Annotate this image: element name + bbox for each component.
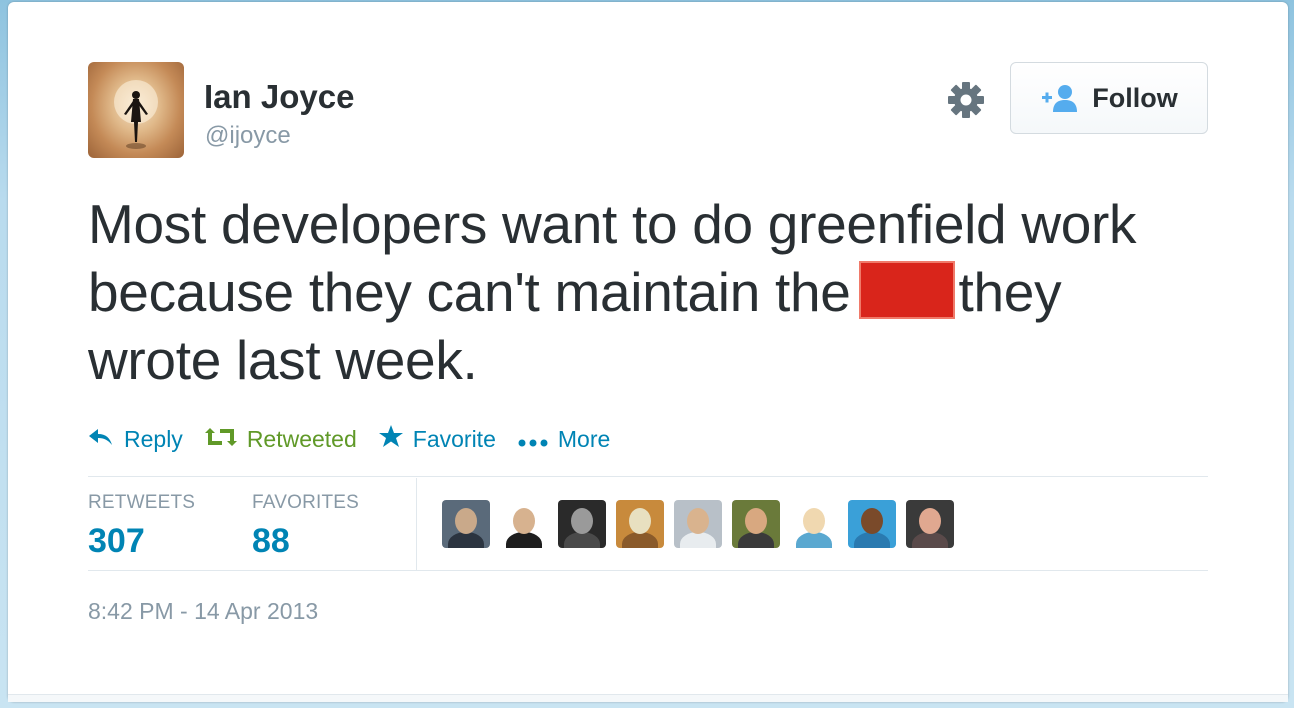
retweeter-avatar[interactable] [732,500,780,548]
add-user-icon [1040,83,1080,113]
tweet-timestamp[interactable]: 8:42 PM - 14 Apr 2013 [88,598,318,625]
retweeter-avatar[interactable] [442,500,490,548]
divider-bottom [88,570,1208,571]
user-name[interactable]: Ian Joyce [204,78,354,116]
avatar-body [912,532,948,548]
user-avatar[interactable] [88,62,184,158]
favorite-action[interactable]: Favorite [378,425,496,453]
tweet-text: Most developers want to do greenfield wo… [88,190,1198,394]
redaction-block [858,261,955,319]
stats-divider [416,478,417,570]
avatar-head [919,508,941,534]
avatar-figure-icon [114,80,158,149]
more-label: More [557,425,611,452]
retweeter-avatar[interactable] [906,500,954,548]
star-icon [378,425,403,453]
retweeter-avatar[interactable] [674,500,722,548]
avatar-head [455,508,477,534]
retweets-stat[interactable]: RETWEETS 307 [88,492,195,561]
retweet-action[interactable]: Retweeted [204,425,357,453]
user-handle[interactable]: @ijoyce [205,122,291,150]
avatar-head [629,508,651,534]
avatar-body [622,532,658,548]
avatar-body [680,532,716,548]
avatar-body [796,532,832,548]
avatar-head [571,508,593,534]
divider-top [88,476,1208,477]
retweet-icon [204,426,237,453]
reply-icon [88,426,114,453]
avatar-head [861,508,883,534]
retweeter-avatar[interactable] [616,500,664,548]
reply-action[interactable]: Reply [88,426,183,453]
avatar-head [803,508,825,534]
gear-icon[interactable] [944,78,988,122]
card-footer-strip [8,694,1288,702]
retweeter-avatar[interactable] [500,500,548,548]
avatar-body [738,532,774,548]
retweets-count: 307 [88,522,145,560]
avatar-body [448,532,484,548]
favorite-label: Favorite [412,425,496,452]
avatar-head [513,508,535,534]
favorites-count: 88 [252,522,290,560]
avatar-body [506,532,542,548]
avatar-head [687,508,709,534]
avatar-head [745,508,767,534]
retweets-label: RETWEETS [88,492,196,513]
retweeted-label: Retweeted [246,425,357,452]
favorites-label: FAVORITES [252,492,360,513]
retweeter-avatar[interactable] [848,500,896,548]
avatar-body [564,532,600,548]
more-dots-icon [518,426,548,453]
avatar-body [854,532,890,548]
follow-button-label: Follow [1092,82,1178,113]
tweet-card: Ian Joyce @ijoyce Follow Most developers… [8,2,1288,702]
reply-label: Reply [124,425,183,452]
retweeter-avatars [442,500,964,548]
more-action[interactable]: More [518,426,610,453]
retweeter-avatar[interactable] [558,500,606,548]
retweeter-avatar[interactable] [790,500,838,548]
tweet-actions: Reply Retweeted Favorite More [88,422,632,456]
favorites-stat[interactable]: FAVORITES 88 [252,492,359,561]
follow-button[interactable]: Follow [1010,62,1208,134]
